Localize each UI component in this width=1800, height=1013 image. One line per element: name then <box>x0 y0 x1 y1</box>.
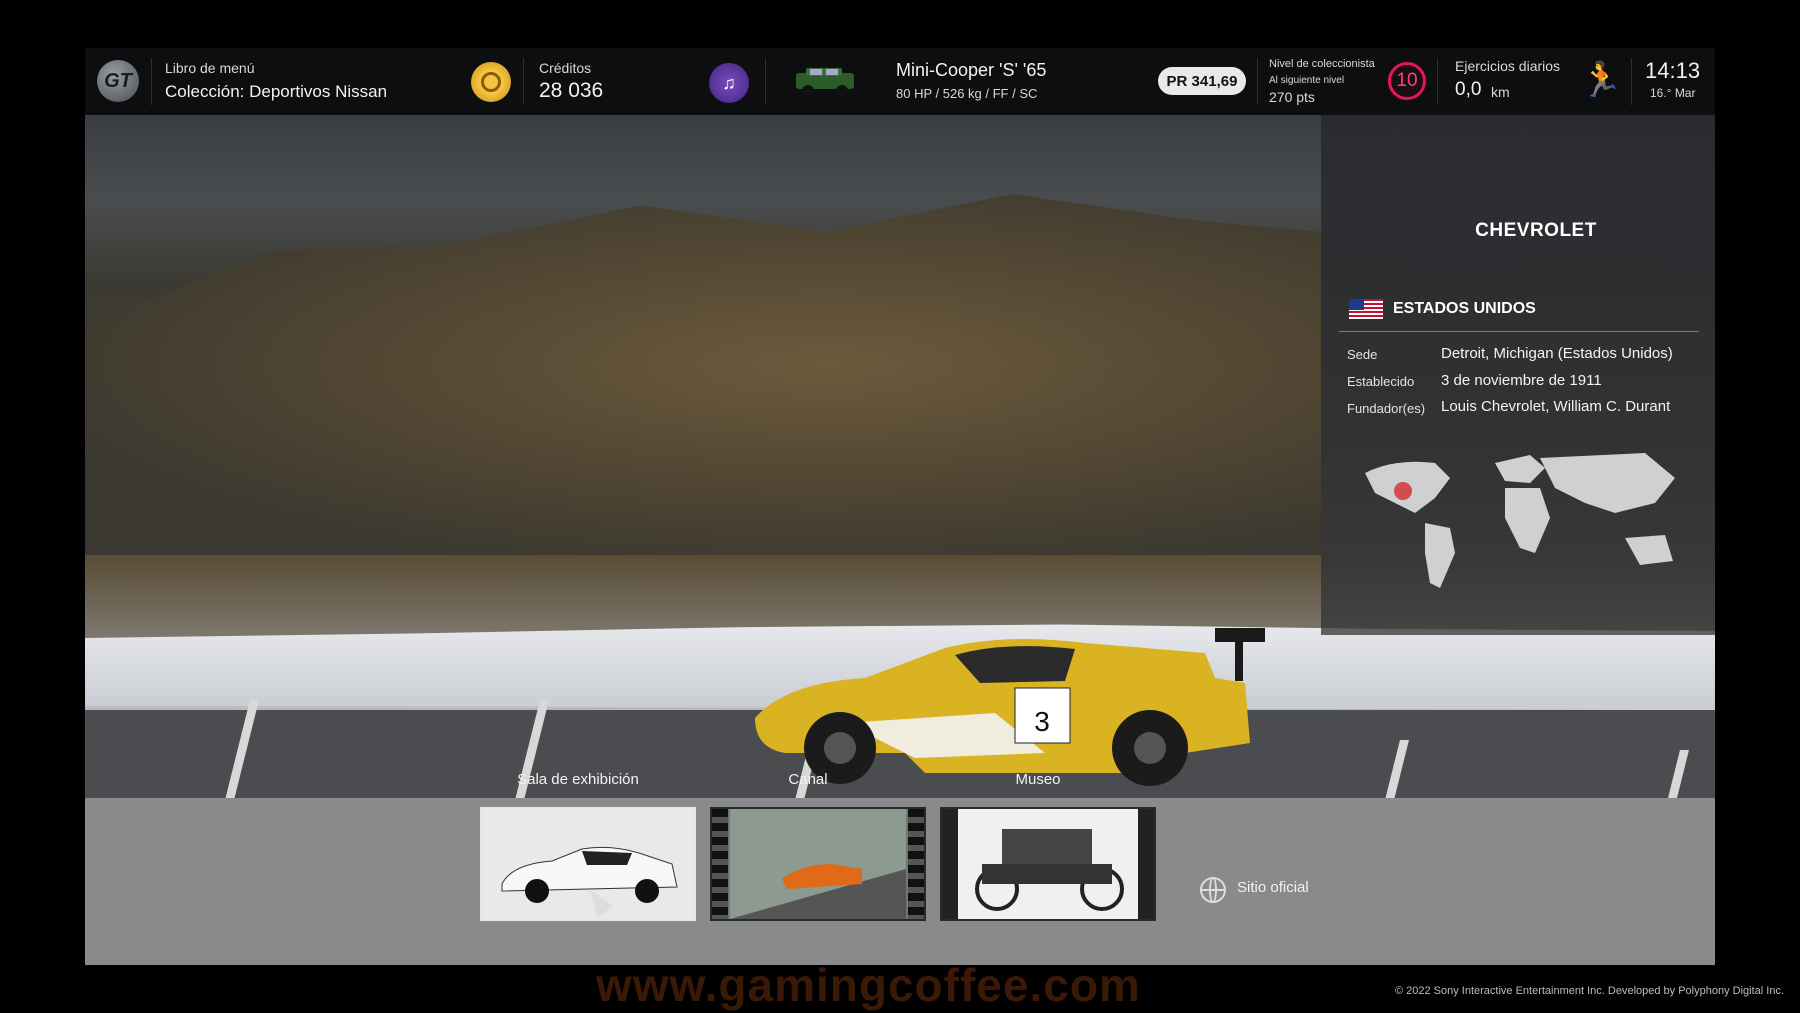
next-level-label: Al siguiente nivel <box>1269 75 1345 86</box>
info-label-established: Establecido <box>1347 374 1415 389</box>
next-level-points: 270 pts <box>1269 89 1315 105</box>
brand-name: CHEVROLET <box>1475 220 1597 241</box>
divider <box>765 58 766 105</box>
country-name: ESTADOS UNIDOS <box>1393 300 1536 317</box>
copyright-notice: © 2022 Sony Interactive Entertainment In… <box>1394 985 1784 997</box>
info-label-headquarters: Sede <box>1347 347 1378 362</box>
divider <box>1631 58 1632 105</box>
menu-book-label: Libro de menú <box>165 60 255 76</box>
official-site-link[interactable]: Sitio oficial <box>1237 879 1309 896</box>
gt-logo-icon[interactable]: GT <box>97 60 139 102</box>
film-strip <box>908 809 924 919</box>
credits-value: 28 036 <box>539 79 604 102</box>
top-status-bar: GT Libro de menú Colección: Deportivos N… <box>85 48 1715 115</box>
menu-book-value[interactable]: Colección: Deportivos Nissan <box>165 82 387 102</box>
current-car-specs: 80 HP / 526 kg / FF / SC <box>896 86 1038 101</box>
pr-badge: PR 341,69 <box>1158 67 1246 95</box>
info-label-founders: Fundador(es) <box>1347 401 1426 416</box>
tile-label-showroom: Sala de exhibición <box>517 771 639 788</box>
divider <box>1437 58 1438 105</box>
current-car-thumbnail[interactable] <box>788 65 862 99</box>
daily-distance: 0,0 <box>1455 79 1482 100</box>
us-flag-icon <box>1349 299 1383 319</box>
hero-car-image: 3 <box>755 628 1265 786</box>
country-row: ESTADOS UNIDOS <box>1349 299 1536 319</box>
info-value-established: 3 de noviembre de 1911 <box>1441 372 1602 389</box>
divider <box>151 58 152 105</box>
info-divider <box>1339 331 1699 332</box>
distance-unit: km <box>1491 84 1510 100</box>
svg-text:3: 3 <box>1034 706 1050 737</box>
globe-icon[interactable] <box>1200 877 1226 903</box>
runner-icon: 🏃 <box>1580 61 1623 99</box>
daily-workout-label: Ejercicios diarios <box>1455 58 1561 74</box>
credits-coin-icon <box>471 62 511 102</box>
info-value-founders: Louis Chevrolet, William C. Durant <box>1441 398 1671 415</box>
watermark: www.gamingcoffee.com <box>596 959 1141 1011</box>
game-screen: 3 GT Libro de menú Colección: Deportivos… <box>85 48 1715 965</box>
music-icon[interactable]: ♫ <box>709 63 749 103</box>
divider <box>523 58 524 105</box>
tile-label-museum: Museo <box>1015 771 1061 788</box>
collector-level-badge: 10 <box>1388 62 1426 100</box>
clock-time: 14:13 <box>1645 58 1701 83</box>
brand-info-panel: CHEVROLET ESTADOS UNIDOS Sede Detroit, M… <box>1321 115 1715 635</box>
credits-label: Créditos <box>539 60 592 76</box>
museum-tile[interactable] <box>940 807 1156 921</box>
film-strip <box>712 809 728 919</box>
world-map <box>1365 453 1675 588</box>
current-car-name: Mini-Cooper 'S' '65 <box>896 60 1047 80</box>
clock-date: 16.° Mar <box>1650 86 1696 100</box>
divider <box>1257 58 1258 105</box>
collector-level-label: Nivel de coleccionista <box>1269 58 1375 70</box>
tile-label-channel: Canal <box>788 771 828 788</box>
channel-tile[interactable] <box>710 807 926 921</box>
mountain-backdrop <box>85 194 1321 555</box>
info-value-headquarters: Detroit, Michigan (Estados Unidos) <box>1441 345 1673 362</box>
